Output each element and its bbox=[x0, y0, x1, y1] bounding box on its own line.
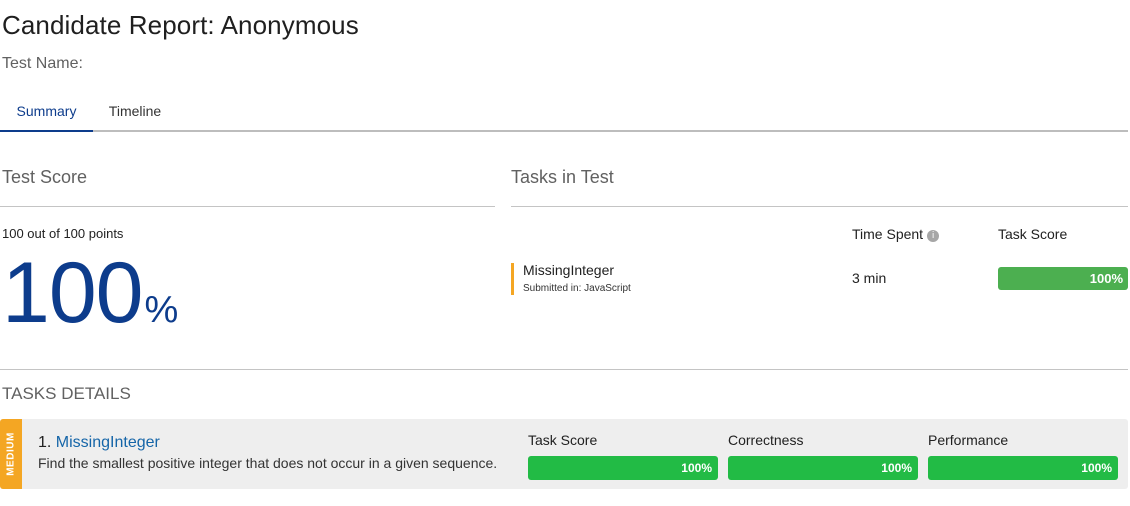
metric-performance-label: Performance bbox=[928, 432, 1009, 448]
overall-score-unit: % bbox=[144, 289, 179, 331]
test-score-heading: Test Score bbox=[2, 167, 88, 187]
difficulty-badge: MEDIUM bbox=[0, 419, 22, 489]
metric-correctness-label: Correctness bbox=[728, 432, 804, 448]
tasks-in-test-divider bbox=[511, 206, 1128, 207]
tasks-details-heading: TASKS DETAILS bbox=[2, 384, 131, 403]
test-score-divider bbox=[0, 206, 495, 207]
time-spent-header: Time Spent i bbox=[852, 226, 940, 242]
metric-performance-bar: 100% bbox=[928, 456, 1118, 480]
difficulty-label: MEDIUM bbox=[5, 432, 17, 476]
page-title: Candidate Report: Anonymous bbox=[2, 10, 359, 40]
task-score-bar: 100% bbox=[998, 267, 1128, 290]
info-icon[interactable]: i bbox=[927, 230, 940, 242]
task-detail-card[interactable]: MEDIUM 1. MissingInteger Find the smalle… bbox=[0, 419, 1128, 489]
test-name-label: Test Name: bbox=[2, 55, 83, 72]
task-detail-number: 1. bbox=[38, 434, 52, 451]
task-row[interactable]: MissingInteger Submitted in: JavaScript … bbox=[511, 262, 1128, 296]
task-submitted-language: Submitted in: JavaScript bbox=[523, 283, 631, 294]
task-detail-link[interactable]: MissingInteger bbox=[56, 434, 160, 451]
task-score-header: Task Score bbox=[998, 226, 1068, 242]
tab-timeline[interactable]: Timeline bbox=[93, 92, 177, 132]
task-name[interactable]: MissingInteger bbox=[523, 262, 614, 278]
overall-score-value: 100 bbox=[2, 245, 143, 341]
metric-task-score-bar: 100% bbox=[528, 456, 718, 480]
details-divider bbox=[0, 369, 1128, 370]
tasks-in-test-heading: Tasks in Test bbox=[511, 167, 614, 187]
overall-score: 100% bbox=[2, 250, 178, 336]
tab-bar: Summary Timeline bbox=[0, 92, 1128, 132]
metric-task-score-label: Task Score bbox=[528, 432, 598, 448]
tab-summary[interactable]: Summary bbox=[0, 92, 93, 132]
time-spent-label: Time Spent bbox=[852, 226, 924, 242]
task-detail-title: 1. MissingInteger bbox=[38, 434, 160, 452]
difficulty-accent bbox=[511, 263, 514, 295]
task-detail-description: Find the smallest positive integer that … bbox=[38, 455, 498, 471]
points-summary: 100 out of 100 points bbox=[2, 226, 124, 241]
metric-correctness-bar: 100% bbox=[728, 456, 918, 480]
task-time-spent: 3 min bbox=[852, 270, 887, 286]
